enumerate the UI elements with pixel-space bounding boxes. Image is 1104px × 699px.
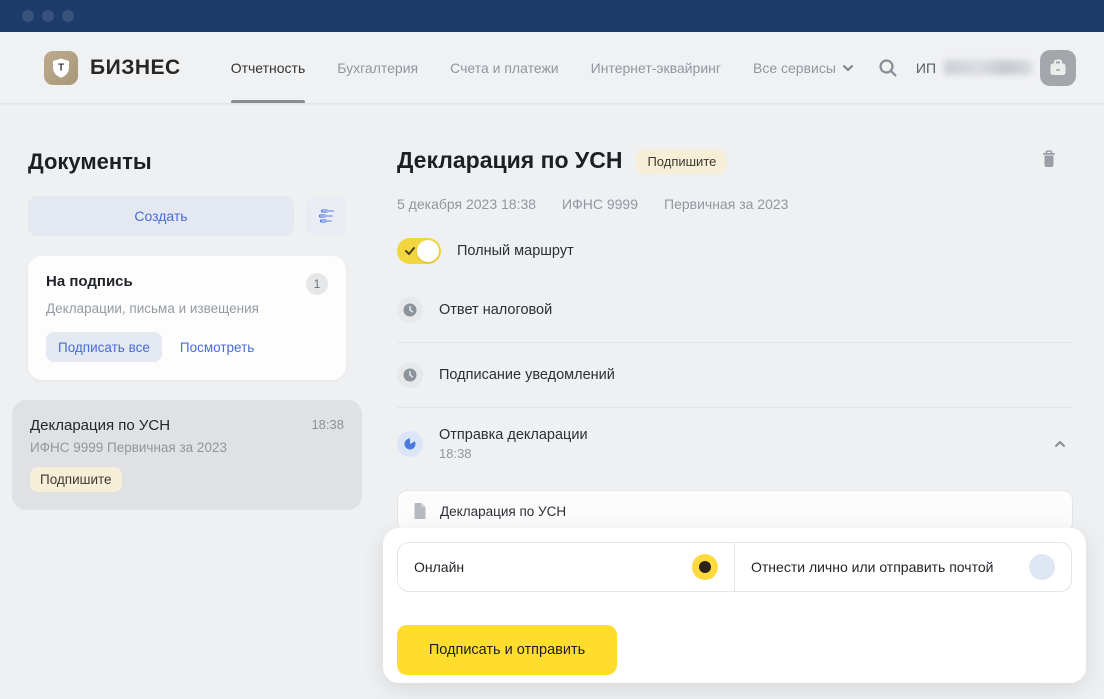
documents-sidebar: Документы Создать На подпись 1 Деклараци… bbox=[12, 103, 362, 510]
window-control-dot[interactable] bbox=[22, 10, 34, 22]
declaration-item-subtitle: ИФНС 9999 Первичная за 2023 bbox=[30, 440, 344, 455]
file-icon bbox=[412, 502, 428, 520]
declaration-detail: Декларация по УСН Подпишите 5 декабря 20… bbox=[397, 103, 1073, 532]
to-sign-subtitle: Декларации, письма и извещения bbox=[46, 301, 328, 316]
declaration-list-item[interactable]: Декларация по УСН 18:38 ИФНС 9999 Первич… bbox=[12, 400, 362, 510]
brand-logo[interactable]: Т БИЗНЕС bbox=[44, 51, 181, 85]
option-online[interactable]: Онлайн bbox=[398, 543, 734, 591]
view-button[interactable]: Посмотреть bbox=[180, 340, 254, 355]
send-method-options: Онлайн Отнести лично или отправить почто… bbox=[397, 542, 1072, 592]
to-sign-card-header: На подпись 1 bbox=[46, 273, 328, 295]
option-in-person-label: Отнести лично или отправить почтой bbox=[751, 559, 993, 575]
sign-required-badge: Подпишите bbox=[30, 467, 122, 492]
nav-item-accounts-payments[interactable]: Счета и платежи bbox=[450, 32, 559, 103]
sidebar-title: Документы bbox=[28, 149, 346, 175]
to-sign-title: На подпись bbox=[46, 273, 133, 290]
meta-datetime: 5 декабря 2023 18:38 bbox=[397, 196, 536, 212]
window-control-dot[interactable] bbox=[42, 10, 54, 22]
main-nav: Отчетность Бухгалтерия Счета и платежи И… bbox=[231, 32, 854, 103]
to-sign-actions: Подписать все Посмотреть bbox=[46, 332, 328, 362]
to-sign-card[interactable]: На подпись 1 Декларации, письма и извеще… bbox=[28, 256, 346, 380]
trash-icon bbox=[1039, 149, 1059, 169]
to-sign-count-badge: 1 bbox=[306, 273, 328, 295]
toggle-knob bbox=[417, 240, 439, 262]
create-button[interactable]: Создать bbox=[28, 196, 294, 236]
window-titlebar bbox=[0, 0, 1104, 32]
clock-icon bbox=[397, 297, 423, 323]
declaration-meta: 5 декабря 2023 18:38 ИФНС 9999 Первичная… bbox=[397, 196, 1073, 212]
chevron-down-icon bbox=[842, 62, 854, 74]
sign-all-button[interactable]: Подписать все bbox=[46, 332, 162, 362]
meta-ifns: ИФНС 9999 bbox=[562, 196, 638, 212]
send-method-panel: Онлайн Отнести лично или отправить почто… bbox=[383, 528, 1086, 683]
app-header: Т БИЗНЕС Отчетность Бухгалтерия Счета и … bbox=[0, 32, 1104, 103]
timeline-step-tax-response[interactable]: Ответ налоговой bbox=[397, 278, 1073, 343]
detail-title-row: Декларация по УСН Подпишите bbox=[397, 147, 1073, 174]
profile-menu[interactable]: ИП bbox=[916, 50, 1076, 86]
timeline-step-send-declaration[interactable]: Отправка декларации 18:38 bbox=[397, 408, 1073, 480]
timeline-step-label: Подписание уведомлений bbox=[439, 367, 615, 383]
sign-required-badge: Подпишите bbox=[636, 149, 727, 174]
delete-button[interactable] bbox=[1037, 149, 1061, 173]
svg-text:Т: Т bbox=[58, 62, 64, 73]
full-route-toggle[interactable] bbox=[397, 238, 441, 264]
timeline-step-text: Отправка декларации 18:38 bbox=[439, 427, 588, 461]
declaration-item-header: Декларация по УСН 18:38 bbox=[30, 417, 344, 434]
search-icon[interactable] bbox=[876, 56, 900, 80]
attached-document[interactable]: Декларация по УСН bbox=[397, 490, 1073, 532]
meta-kind: Первичная за 2023 bbox=[664, 196, 788, 212]
nav-item-accounting[interactable]: Бухгалтерия bbox=[337, 32, 418, 103]
nav-item-label: Все сервисы bbox=[753, 60, 836, 76]
profile-prefix: ИП bbox=[916, 60, 936, 76]
attached-document-name: Декларация по УСН bbox=[440, 504, 566, 519]
progress-pie-icon bbox=[397, 431, 423, 457]
nav-item-reporting[interactable]: Отчетность bbox=[231, 32, 306, 103]
timeline-step-label: Ответ налоговой bbox=[439, 302, 552, 318]
option-online-label: Онлайн bbox=[414, 559, 464, 575]
sign-and-send-button[interactable]: Подписать и отправить bbox=[397, 625, 617, 675]
filter-sliders-icon bbox=[315, 205, 337, 227]
radio-selected-icon[interactable] bbox=[692, 554, 718, 580]
nav-item-all-services[interactable]: Все сервисы bbox=[753, 32, 854, 103]
briefcase-avatar-icon[interactable] bbox=[1040, 50, 1076, 86]
full-route-label: Полный маршрут bbox=[457, 243, 574, 259]
option-in-person-or-mail[interactable]: Отнести лично или отправить почтой bbox=[734, 543, 1071, 591]
check-icon bbox=[404, 244, 416, 262]
declaration-item-title: Декларация по УСН bbox=[30, 417, 170, 434]
timeline-step-label: Отправка декларации bbox=[439, 427, 588, 443]
header-right: ИП bbox=[876, 50, 1076, 86]
clock-icon bbox=[397, 362, 423, 388]
sidebar-actions: Создать bbox=[28, 196, 346, 236]
chevron-up-icon[interactable] bbox=[1053, 437, 1067, 451]
page-title: Декларация по УСН bbox=[397, 147, 622, 174]
filter-button[interactable] bbox=[306, 196, 346, 236]
window-control-dot[interactable] bbox=[62, 10, 74, 22]
radio-unselected-icon[interactable] bbox=[1029, 554, 1055, 580]
nav-item-internet-acquiring[interactable]: Интернет-эквайринг bbox=[591, 32, 721, 103]
timeline-step-sign-notifications[interactable]: Подписание уведомлений bbox=[397, 343, 1073, 408]
brand-name: БИЗНЕС bbox=[90, 56, 181, 80]
profile-name-redacted bbox=[944, 60, 1032, 75]
route-timeline: Ответ налоговой Подписание уведомлений О… bbox=[397, 278, 1073, 480]
declaration-item-time: 18:38 bbox=[311, 417, 344, 432]
timeline-step-time: 18:38 bbox=[439, 446, 588, 461]
full-route-toggle-row: Полный маршрут bbox=[397, 238, 1073, 264]
t-bank-logo-icon: Т bbox=[44, 51, 78, 85]
